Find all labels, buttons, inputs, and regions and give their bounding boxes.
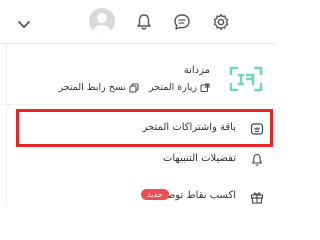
external-link-icon bbox=[200, 83, 210, 92]
gift-icon bbox=[250, 192, 264, 204]
menu-item-notification-preferences[interactable]: تفضيلات التنبيهات bbox=[0, 146, 276, 174]
visit-store-label: زيارة المتجر bbox=[149, 82, 197, 93]
menu-item-label: تفضيلات التنبيهات bbox=[162, 153, 236, 164]
copy-store-link[interactable]: نسخ رابط المتجر bbox=[59, 82, 139, 93]
bell-icon bbox=[251, 153, 263, 166]
store-logo bbox=[229, 66, 263, 92]
avatar[interactable] bbox=[89, 8, 115, 34]
store-name: مزدانة bbox=[183, 65, 210, 76]
chat-icon[interactable] bbox=[172, 12, 192, 32]
chevron-down-icon[interactable] bbox=[14, 15, 34, 35]
menu-item-referral-points[interactable]: اكسب نقاط توصية جديد bbox=[0, 183, 276, 211]
copy-store-link-label: نسخ رابط المتجر bbox=[58, 82, 126, 93]
visit-store-link[interactable]: زيارة المتجر bbox=[149, 82, 210, 93]
copy-icon bbox=[129, 83, 139, 92]
top-bar bbox=[0, 0, 276, 44]
highlight-box bbox=[16, 109, 273, 147]
bell-icon[interactable] bbox=[134, 12, 154, 32]
menu-item-label: اكسب نقاط توصية bbox=[158, 190, 236, 201]
new-badge: جديد bbox=[141, 189, 169, 200]
gear-icon[interactable] bbox=[211, 12, 231, 32]
divider bbox=[0, 104, 276, 105]
